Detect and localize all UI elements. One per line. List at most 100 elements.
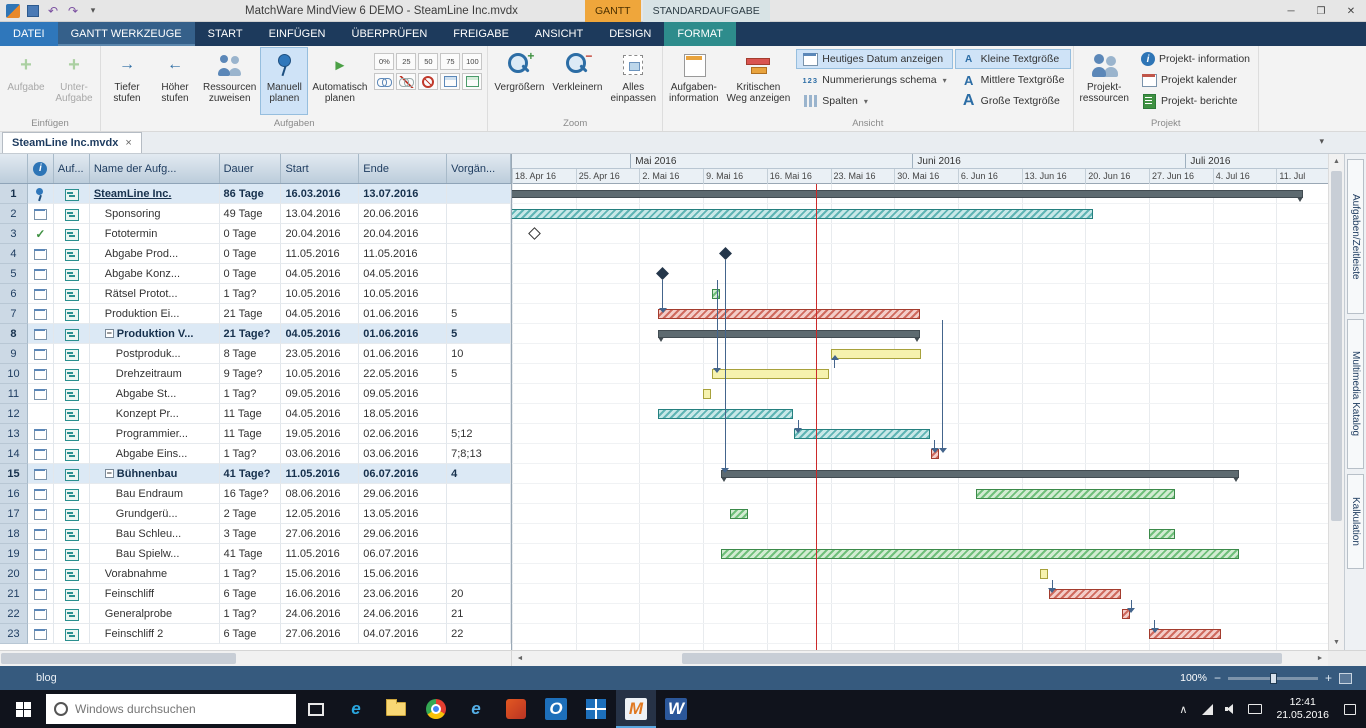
maximize-button[interactable]: ❐ [1306, 0, 1336, 22]
gantt-bar-sponsoring[interactable] [512, 209, 1093, 219]
zoom-slider[interactable] [1228, 677, 1318, 680]
task-vorg-cell[interactable]: 5 [447, 324, 511, 344]
gantt-bar-feinschliff-2[interactable] [1149, 629, 1221, 639]
spalten-button[interactable]: Spalten▾ [796, 91, 952, 111]
task-ende-cell[interactable]: 24.06.2016 [359, 604, 447, 624]
task-ende-cell[interactable]: 01.06.2016 [359, 344, 447, 364]
große-textgröße-button[interactable]: AGroße Textgröße [955, 91, 1071, 111]
ressourcen-zuweisen-button[interactable]: Ressourcen zuweisen [199, 47, 260, 115]
task-start-cell[interactable]: 12.05.2016 [281, 504, 359, 524]
chevron-down-icon[interactable]: ▾ [1319, 136, 1324, 147]
task-start-cell[interactable]: 11.05.2016 [281, 544, 359, 564]
task-name-cell[interactable]: Abgabe St... [90, 384, 220, 404]
task-dauer-cell[interactable]: 0 Tage [220, 264, 282, 284]
task-start-cell[interactable]: 27.06.2016 [281, 524, 359, 544]
vertical-scrollbar[interactable]: ▲ ▼ [1328, 154, 1344, 650]
collapse-toggle[interactable]: − [105, 469, 114, 478]
task-dauer-cell[interactable]: 1 Tag? [220, 384, 282, 404]
chart-horizontal-scrollbar[interactable]: ◄ ► [512, 651, 1366, 666]
unter-aufgabe-button[interactable]: +Unter- Aufgabe [50, 47, 98, 115]
row-number[interactable]: 1 [0, 184, 28, 204]
progress-50-button[interactable]: 50 [418, 53, 438, 70]
höher-stufen-button[interactable]: ←Höher stufen [151, 47, 199, 115]
task-vorg-cell[interactable]: 5;12 [447, 424, 511, 444]
table-view-button[interactable] [440, 73, 460, 90]
task-start-cell[interactable]: 10.05.2016 [281, 364, 359, 384]
volume-icon[interactable] [1219, 690, 1243, 728]
side-tab-kalkulation[interactable]: Kalkulation [1347, 474, 1364, 569]
zoom-out-icon[interactable]: − [1214, 671, 1221, 685]
redo-button[interactable] [64, 3, 82, 19]
task-start-cell[interactable]: 04.05.2016 [281, 404, 359, 424]
task-start-cell[interactable]: 20.04.2016 [281, 224, 359, 244]
ribbon-tab-gantt-werkzeuge[interactable]: GANTT WERKZEUGE [58, 22, 195, 46]
task-vorg-cell[interactable] [447, 284, 511, 304]
task-name-cell[interactable]: −Bühnenbau [90, 464, 220, 484]
task-dauer-cell[interactable]: 1 Tag? [220, 284, 282, 304]
task-ende-cell[interactable]: 13.07.2016 [359, 184, 447, 204]
task-vorg-cell[interactable] [447, 484, 511, 504]
task-dauer-cell[interactable]: 49 Tage [220, 204, 282, 224]
task-dauer-cell[interactable]: 16 Tage? [220, 484, 282, 504]
task-dauer-cell[interactable]: 86 Tage [220, 184, 282, 204]
progress-0-button[interactable]: 0% [374, 53, 394, 70]
row-number[interactable]: 10 [0, 364, 28, 384]
task-start-cell[interactable]: 11.05.2016 [281, 244, 359, 264]
task-ende-cell[interactable]: 20.06.2016 [359, 204, 447, 224]
side-tab-aufgaben-zeitleiste[interactable]: Aufgaben/Zeitleiste [1347, 159, 1364, 314]
task-vorg-cell[interactable]: 7;8;13 [447, 444, 511, 464]
task-name-cell[interactable]: Abgabe Eins... [90, 444, 220, 464]
gantt-bar-grundgerü[interactable] [730, 509, 747, 519]
projekt-information-button[interactable]: iProjekt- information [1135, 49, 1256, 69]
task-ende-cell[interactable]: 03.06.2016 [359, 444, 447, 464]
table-horizontal-scrollbar[interactable] [0, 651, 512, 666]
row-number[interactable]: 8 [0, 324, 28, 344]
task-ende-cell[interactable]: 10.05.2016 [359, 284, 447, 304]
task-dauer-cell[interactable]: 3 Tage [220, 524, 282, 544]
task-ende-cell[interactable]: 01.06.2016 [359, 304, 447, 324]
task-ende-cell[interactable]: 04.05.2016 [359, 264, 447, 284]
task-vorg-cell[interactable] [447, 244, 511, 264]
task-vorg-cell[interactable] [447, 204, 511, 224]
start-button[interactable] [0, 690, 46, 728]
task-name-cell[interactable]: Sponsoring [90, 204, 220, 224]
tiefer-stufen-button[interactable]: →Tiefer stufen [103, 47, 151, 115]
automatisch-planen-button[interactable]: ►Automatisch planen [308, 47, 371, 115]
task-start-cell[interactable]: 15.06.2016 [281, 564, 359, 584]
task-name-cell[interactable]: Bau Spielw... [90, 544, 220, 564]
close-button[interactable]: ✕ [1336, 0, 1366, 22]
grid-view-button[interactable] [462, 73, 482, 90]
row-number[interactable]: 9 [0, 344, 28, 364]
task-dauer-cell[interactable]: 1 Tag? [220, 604, 282, 624]
task-start-cell[interactable]: 23.05.2016 [281, 344, 359, 364]
progress-100-button[interactable]: 100 [462, 53, 482, 70]
task-name-cell[interactable]: Grundgerü... [90, 504, 220, 524]
task-start-cell[interactable]: 16.06.2016 [281, 584, 359, 604]
task-vorg-cell[interactable]: 22 [447, 624, 511, 644]
task-name-cell[interactable]: Bau Schleu... [90, 524, 220, 544]
task-ende-cell[interactable]: 11.05.2016 [359, 244, 447, 264]
task-ende-cell[interactable]: 09.05.2016 [359, 384, 447, 404]
gantt-bar-produktion-v[interactable] [658, 330, 921, 338]
taskbar-app-task-view[interactable] [296, 690, 336, 728]
task-dauer-cell[interactable]: 21 Tage [220, 304, 282, 324]
row-number[interactable]: 12 [0, 404, 28, 424]
progress-75-button[interactable]: 75 [440, 53, 460, 70]
document-tab[interactable]: SteamLine Inc.mvdx × [2, 132, 142, 153]
gantt-bar-postproduk[interactable] [831, 349, 921, 359]
task-name-cell[interactable]: Programmier... [90, 424, 220, 444]
network-icon[interactable] [1195, 690, 1219, 728]
task-start-cell[interactable]: 09.05.2016 [281, 384, 359, 404]
task-name-cell[interactable]: Produktion Ei... [90, 304, 220, 324]
row-number[interactable]: 13 [0, 424, 28, 444]
fit-window-icon[interactable] [1339, 673, 1352, 684]
row-number[interactable]: 15 [0, 464, 28, 484]
taskbar-app-app-orange[interactable] [496, 690, 536, 728]
task-start-cell[interactable]: 16.03.2016 [281, 184, 359, 204]
task-name-cell[interactable]: SteamLine Inc. [90, 184, 220, 204]
gantt-bar-drehzeitraum[interactable] [712, 369, 829, 379]
task-start-cell[interactable]: 04.05.2016 [281, 324, 359, 344]
task-dauer-cell[interactable]: 21 Tage? [220, 324, 282, 344]
task-dauer-cell[interactable]: 41 Tage? [220, 464, 282, 484]
task-start-cell[interactable]: 13.04.2016 [281, 204, 359, 224]
